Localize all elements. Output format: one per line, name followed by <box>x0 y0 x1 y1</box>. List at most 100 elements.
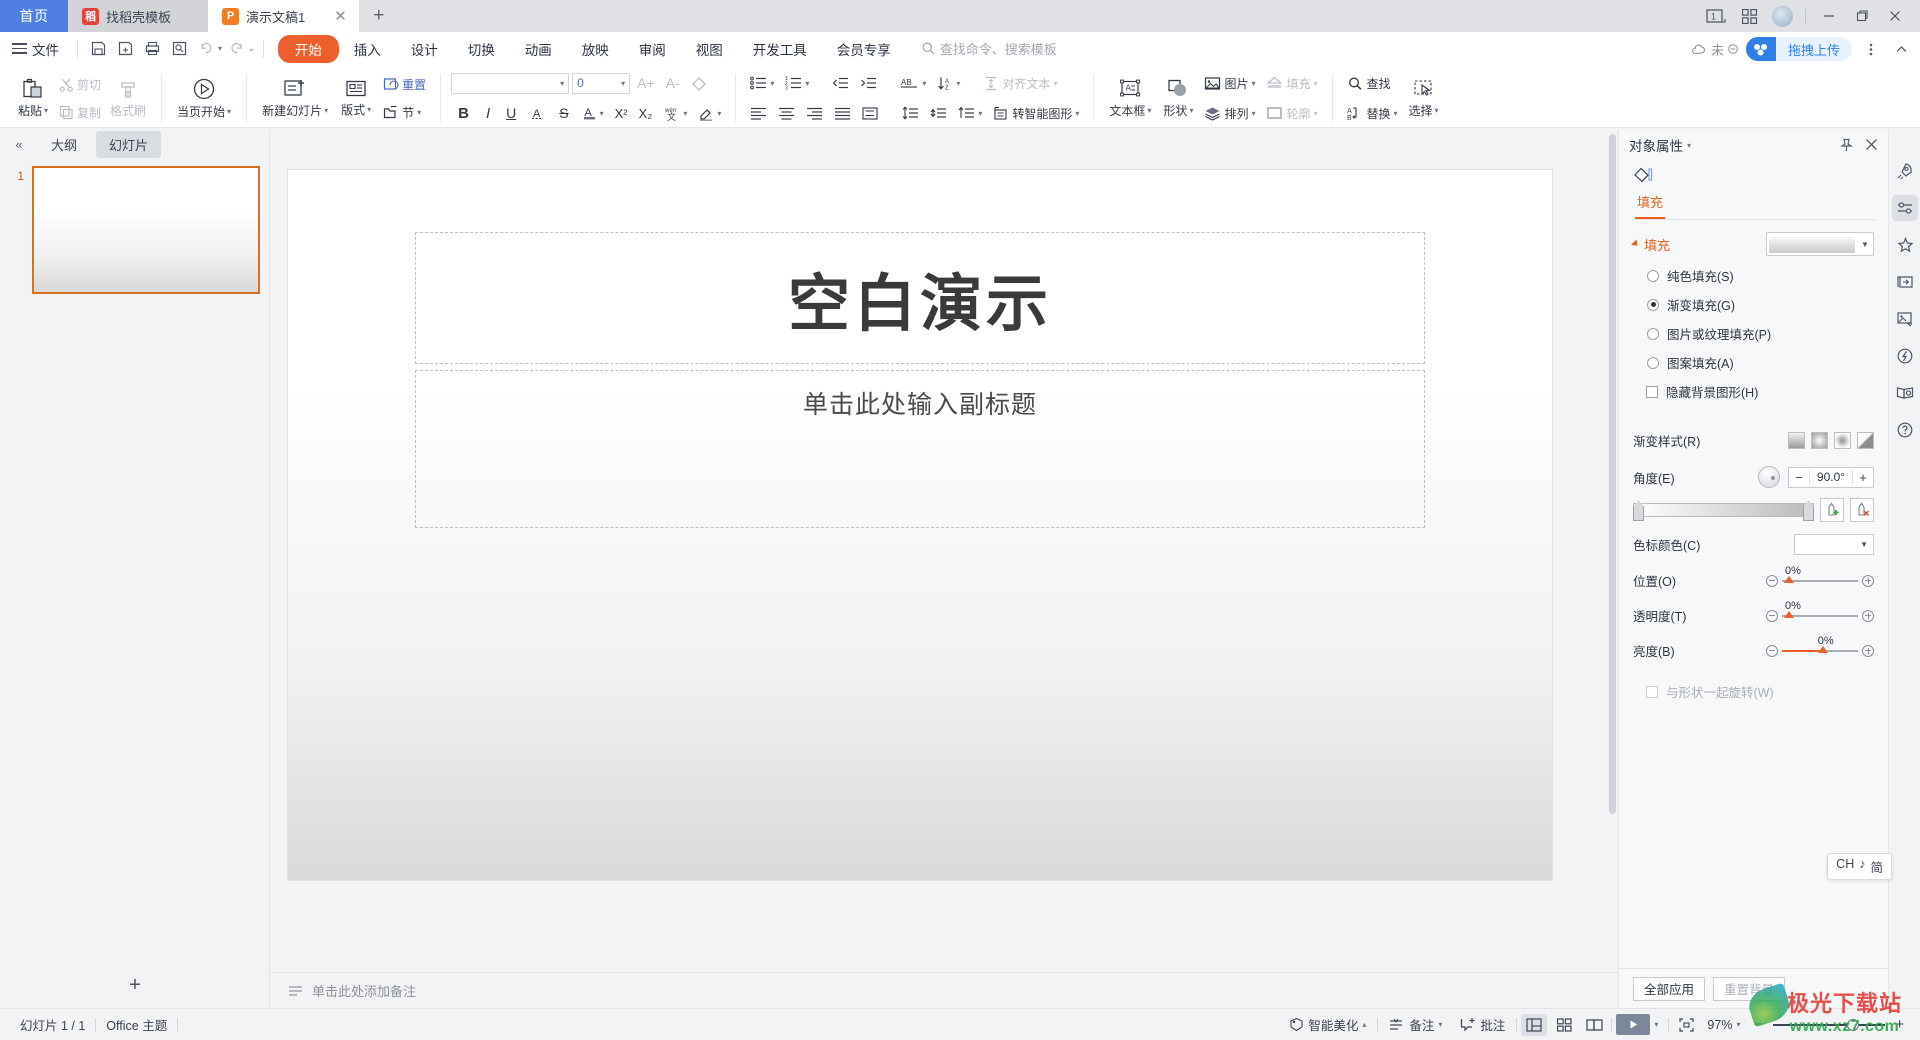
cloud-sync-status[interactable]: 未 <box>1691 40 1738 59</box>
gradient-stop-2[interactable] <box>1803 501 1814 521</box>
close-button[interactable] <box>1880 1 1910 31</box>
checkbox-hide-bg-graphics[interactable]: 隐藏背景图形(H) <box>1646 382 1874 401</box>
notes-button[interactable]: 备注 ▾ <box>1382 1015 1449 1034</box>
slide-canvas[interactable]: 空白演示 单击此处输入副标题 <box>288 170 1552 880</box>
decrease-font-size-button[interactable]: A- <box>662 73 684 93</box>
radio-gradient-fill[interactable]: 渐变填充(G) <box>1647 295 1874 314</box>
tab-review[interactable]: 审阅 <box>624 35 681 63</box>
theme-label[interactable]: Office 主题 <box>96 1015 177 1034</box>
tab-start[interactable]: 开始 <box>277 34 339 63</box>
slide-sorter-icon[interactable] <box>1551 1014 1577 1036</box>
cut-button[interactable]: 剪切 <box>55 74 105 95</box>
reset-background-button[interactable]: 重置背景 <box>1713 976 1786 1001</box>
tab-presentation1[interactable]: P 演示文稿1 ✕ <box>208 0 359 32</box>
brightness-slider[interactable]: 0% <box>1766 635 1874 657</box>
distribute-button[interactable] <box>858 105 883 122</box>
remove-gradient-stop-button[interactable] <box>1850 498 1874 522</box>
tab-animation[interactable]: 动画 <box>510 35 567 63</box>
underline-button[interactable]: U <box>500 103 522 123</box>
textbox-button[interactable]: A 文本框 ▾ <box>1104 69 1156 127</box>
slider-thumb[interactable] <box>1818 645 1829 653</box>
fill-preview-select[interactable]: ▼ <box>1766 232 1874 256</box>
qat-customize-icon[interactable]: ⌄ <box>248 44 255 53</box>
bullets-button[interactable]: ▾ <box>746 74 778 92</box>
angle-spinner[interactable]: − 90.0° + <box>1788 466 1874 488</box>
close-icon[interactable] <box>1865 138 1878 152</box>
font-family-select[interactable]: ▾ <box>451 72 570 94</box>
slide-thumbnail-1[interactable] <box>32 166 260 294</box>
bold-button[interactable]: B <box>451 103 476 124</box>
reading-view-icon[interactable] <box>1581 1014 1607 1036</box>
tab-outline[interactable]: 大纲 <box>38 131 90 158</box>
paste-button[interactable]: 粘贴 ▾ <box>11 69 55 127</box>
font-size-select[interactable]: 0 ▾ <box>572 72 631 94</box>
tab-developer[interactable]: 开发工具 <box>738 35 822 63</box>
paragraph-spacing-button[interactable] <box>926 104 951 122</box>
gradient-style-radial[interactable] <box>1811 432 1828 449</box>
sort-button[interactable]: AZ ▾ <box>933 74 964 93</box>
chevron-down-icon[interactable]: ▼ <box>1857 233 1873 255</box>
select-button[interactable]: 选择 ▾ <box>1402 69 1446 127</box>
clear-formatting-button[interactable] <box>687 74 711 93</box>
new-slide-button[interactable]: 新建幻灯片 ▾ <box>257 69 333 127</box>
tab-fill[interactable]: 填充 <box>1635 188 1666 219</box>
title-placeholder[interactable]: 空白演示 <box>415 232 1425 364</box>
gradient-style-path[interactable] <box>1857 432 1874 449</box>
slider-track[interactable]: 0% <box>1782 565 1858 583</box>
gradient-stop-bar[interactable] <box>1633 501 1814 521</box>
collapse-ribbon-icon[interactable] <box>1890 37 1912 61</box>
fill-section-header[interactable]: 填充 ▼ <box>1630 232 1874 256</box>
tab-design[interactable]: 设计 <box>396 35 453 63</box>
chevron-up-icon[interactable]: ▴ <box>1362 1020 1366 1029</box>
justify-button[interactable] <box>830 105 855 122</box>
lightbulb-icon[interactable] <box>1892 343 1918 369</box>
copy-button[interactable]: 复制 <box>55 102 105 123</box>
arrange-button[interactable]: 排列 ▾ <box>1200 103 1259 124</box>
increase-font-size-button[interactable]: A+ <box>633 73 659 93</box>
outline-button[interactable]: 轮廓 ▾ <box>1262 103 1321 124</box>
more-options-icon[interactable] <box>1860 37 1882 61</box>
fill-button[interactable]: 填充 ▾ <box>1262 73 1321 94</box>
align-text-button[interactable]: 对齐文本 ▾ <box>979 73 1061 94</box>
radio-picture-texture-fill[interactable]: 图片或纹理填充(P) <box>1647 324 1874 343</box>
angle-dial[interactable] <box>1758 466 1780 488</box>
canvas-vertical-scrollbar[interactable] <box>1609 134 1616 968</box>
tab-kdocs-template[interactable]: 稻 找稻壳模板 <box>68 0 208 32</box>
normal-view-icon[interactable] <box>1521 1013 1548 1036</box>
text-direction-button[interactable]: AB ▾ <box>896 74 930 92</box>
layout-button[interactable]: 版式 ▾ <box>333 69 379 127</box>
transparency-slider[interactable]: 0% <box>1766 600 1874 622</box>
redo-icon[interactable] <box>224 36 249 61</box>
grid-apps-icon[interactable] <box>1734 1 1764 31</box>
zoom-level-button[interactable]: 97% ▾ <box>1703 1018 1744 1032</box>
zoom-out-button[interactable]: − <box>1748 1016 1769 1033</box>
align-right-button[interactable] <box>802 105 827 122</box>
tab-slideshow[interactable]: 放映 <box>567 35 624 63</box>
gradient-style-linear[interactable] <box>1788 432 1805 449</box>
strikethrough-button[interactable]: S <box>553 103 574 123</box>
chevron-down-icon[interactable]: ▾ <box>1438 1020 1442 1029</box>
drag-upload-button[interactable]: 拖拽上传 <box>1745 37 1852 61</box>
tab-view[interactable]: 视图 <box>681 35 738 63</box>
character-border-button[interactable]: A <box>525 104 550 123</box>
highlight-button[interactable]: ▾ <box>694 103 725 123</box>
avatar[interactable] <box>1767 1 1797 31</box>
slider-track[interactable]: 0% <box>1782 635 1858 653</box>
present-from-current-button[interactable]: 当页开始 ▾ <box>172 69 236 127</box>
tab-member[interactable]: 会员专享 <box>822 35 906 63</box>
radio-solid-fill[interactable]: 纯色填充(S) <box>1647 266 1874 285</box>
italic-button[interactable]: I <box>479 103 497 124</box>
save-icon[interactable] <box>86 36 111 61</box>
print-icon[interactable] <box>140 36 165 61</box>
checkbox-rotate-with-shape[interactable]: 与形状一起旋转(W) <box>1646 682 1874 701</box>
image-tools-icon[interactable] <box>1892 306 1918 332</box>
apply-all-button[interactable]: 全部应用 <box>1633 976 1706 1001</box>
reset-button[interactable]: 重置 <box>379 74 430 95</box>
zoom-slider[interactable] <box>1773 1018 1886 1031</box>
book-search-icon[interactable] <box>1892 380 1918 406</box>
increase-icon[interactable] <box>1862 609 1874 622</box>
slider-thumb[interactable] <box>1783 575 1794 583</box>
undo-dropdown-icon[interactable]: ▾ <box>218 44 222 53</box>
comment-button[interactable]: 批注 <box>1453 1015 1512 1034</box>
slider-track[interactable]: 0% <box>1782 600 1858 618</box>
